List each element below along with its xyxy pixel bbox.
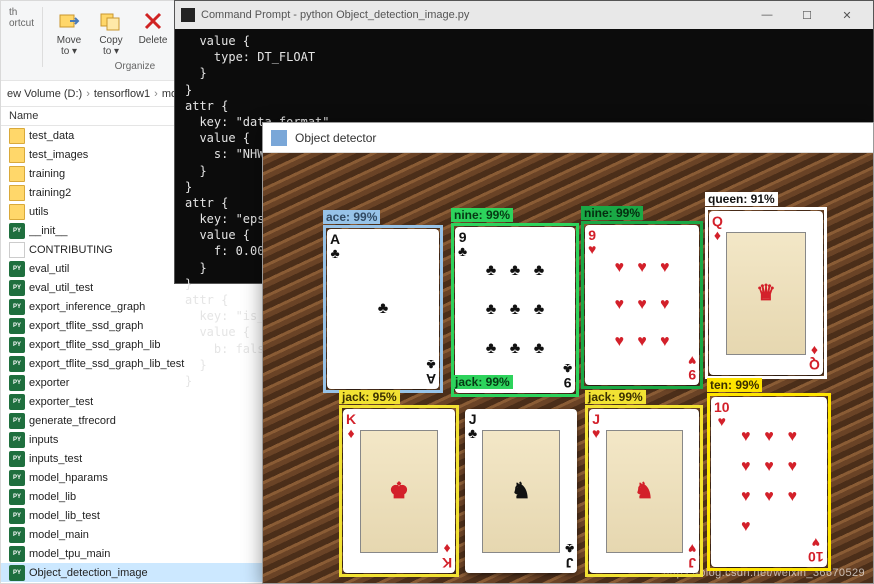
py-icon (9, 527, 25, 543)
detection-box: jack: 95% (339, 405, 459, 577)
file-name: exporter_test (29, 396, 261, 408)
folder-icon (9, 128, 25, 144)
detection-label: queen: 91% (705, 192, 778, 206)
py-icon (9, 337, 25, 353)
file-name: Object_detection_image (29, 567, 261, 579)
file-name: inputs (29, 434, 261, 446)
py-icon (9, 565, 25, 581)
py-icon (9, 356, 25, 372)
detector-title: Object detector (295, 131, 376, 145)
detection-box: ten: 99% (707, 393, 831, 571)
copy-to-button[interactable]: Copy to ▾ (93, 7, 129, 59)
py-icon (9, 470, 25, 486)
detector-titlebar[interactable]: Object detector (263, 123, 873, 153)
detector-window: Object detector https://blog.csdn.net/we… (262, 122, 874, 584)
txt-icon (9, 242, 25, 258)
py-icon (9, 508, 25, 524)
detection-label: nine: 99% (451, 208, 513, 222)
folder-icon (9, 204, 25, 220)
cmd-icon (181, 8, 195, 22)
folder-icon (9, 147, 25, 163)
py-icon (9, 413, 25, 429)
py-icon (9, 546, 25, 562)
py-icon (9, 432, 25, 448)
file-name: inputs_test (29, 453, 261, 465)
breadcrumb-segment[interactable]: tensorflow1 (94, 88, 150, 100)
py-icon (9, 261, 25, 277)
delete-button[interactable]: Delete (135, 7, 171, 59)
folder-icon (9, 185, 25, 201)
detection-label: ten: 99% (707, 378, 762, 392)
py-icon (9, 394, 25, 410)
detection-box: nine: 99% (581, 221, 703, 389)
py-icon (9, 375, 25, 391)
maximize-button[interactable]: ☐ (787, 1, 827, 29)
py-icon (9, 280, 25, 296)
detection-box: ace: 99% (323, 225, 443, 393)
terminal-title: Command Prompt - python Object_detection… (201, 9, 469, 21)
detection-box: queen: 91% (705, 207, 827, 379)
detection-label: jack: 99% (585, 390, 646, 404)
py-icon (9, 223, 25, 239)
file-name: model_main (29, 529, 261, 541)
folder-icon (9, 166, 25, 182)
playing-card: J♣J♣♞ (465, 409, 577, 573)
close-button[interactable]: ✕ (827, 1, 867, 29)
shortcut-stub: th ortcut (9, 7, 34, 29)
detection-label: ace: 99% (323, 210, 380, 224)
file-name: model_lib_test (29, 510, 261, 522)
py-icon (9, 489, 25, 505)
py-icon (9, 451, 25, 467)
detection-box: jack: 99% (585, 405, 703, 577)
opencv-icon (271, 130, 287, 146)
minimize-button[interactable]: — (747, 1, 787, 29)
file-name: generate_tfrecord (29, 415, 261, 427)
breadcrumb-segment[interactable]: ew Volume (D:) (7, 88, 82, 100)
file-name: model_hparams (29, 472, 261, 484)
file-name: model_tpu_main (29, 548, 261, 560)
terminal-titlebar[interactable]: Command Prompt - python Object_detection… (175, 1, 873, 29)
detection-label: jack: 99% (452, 375, 513, 389)
move-to-button[interactable]: Move to ▾ (51, 7, 87, 59)
detection-box: nine: 99% (451, 223, 579, 397)
detector-scene: https://blog.csdn.net/weixin_36670529 A♣… (263, 153, 873, 583)
py-icon (9, 318, 25, 334)
py-icon (9, 299, 25, 315)
detection-label: nine: 99% (581, 206, 643, 220)
file-name: model_lib (29, 491, 261, 503)
detection-label: jack: 95% (339, 390, 400, 404)
